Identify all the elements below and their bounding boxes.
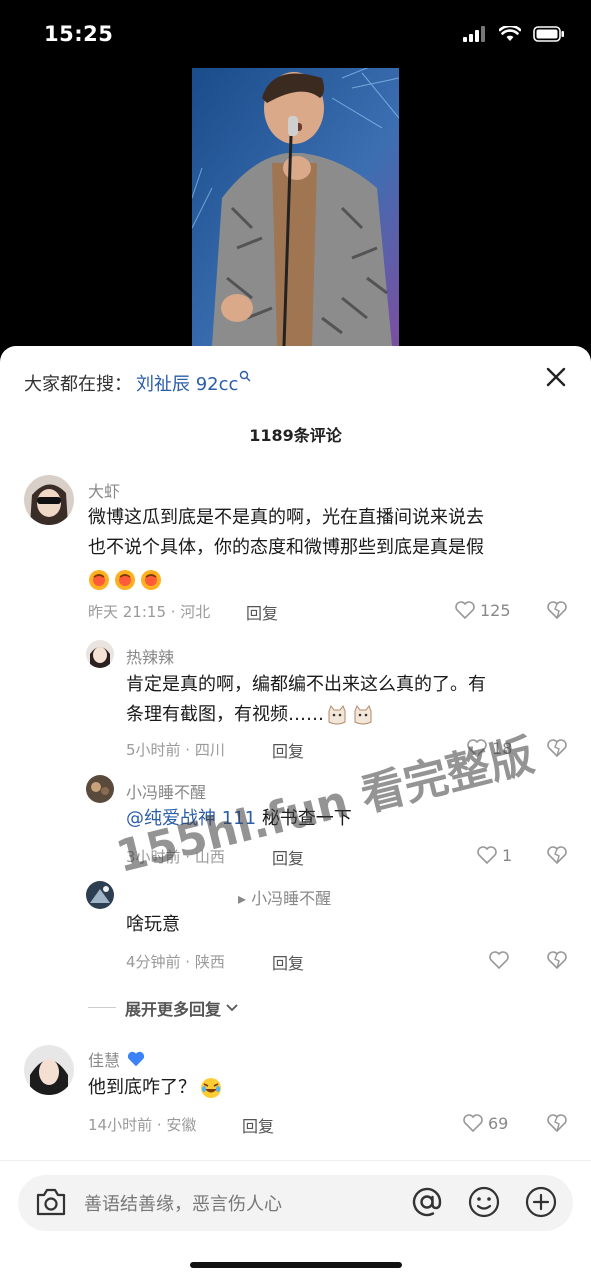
like-button[interactable]: 69: [462, 1113, 508, 1133]
reply-button[interactable]: 回复: [272, 950, 304, 974]
like-count: 69: [488, 1113, 509, 1133]
comment-meta: 3小时前 · 山西: [126, 848, 225, 866]
more-button[interactable]: [524, 1185, 558, 1223]
like-count: 125: [480, 600, 511, 620]
dislike-heart-icon: [547, 951, 567, 970]
comment-username[interactable]: 大虾: [88, 478, 120, 502]
at-icon: [412, 1187, 442, 1217]
heart-icon: [463, 1114, 483, 1133]
dislike-button[interactable]: [546, 845, 568, 869]
heart-icon: [477, 846, 497, 865]
heart-icon: [467, 739, 487, 758]
emoji-icon: [115, 570, 135, 590]
dislike-button[interactable]: [546, 950, 568, 974]
like-button[interactable]: 18: [466, 738, 512, 758]
comment-text-part: 他到底咋了？: [88, 1077, 196, 1098]
emoji-icon: [141, 570, 161, 590]
dislike-button[interactable]: [546, 600, 568, 624]
status-icons: [463, 26, 565, 42]
mention-button[interactable]: [410, 1185, 444, 1223]
avatar[interactable]: [86, 881, 114, 909]
emoji-icon: [468, 1186, 500, 1218]
comment-username[interactable]: 热辣辣: [126, 644, 174, 668]
comment-meta: 昨天 21:15 · 河北: [88, 603, 211, 621]
avatar[interactable]: [86, 775, 114, 803]
heart-icon: [455, 601, 475, 620]
like-button[interactable]: 1: [476, 845, 512, 865]
chevron-down-icon: [226, 1004, 238, 1012]
video-image: [192, 68, 399, 346]
emoji-button[interactable]: [467, 1185, 501, 1223]
comment-username[interactable]: 小冯睡不醒: [126, 779, 206, 803]
search-icon: [240, 370, 251, 382]
expand-replies-button[interactable]: 展开更多回复: [125, 996, 239, 1020]
status-time: 15:25: [44, 22, 114, 46]
comment-count: 1189条评论: [249, 426, 342, 445]
dislike-button[interactable]: [546, 738, 568, 762]
dislike-heart-icon: [547, 739, 567, 758]
comment-meta: 5小时前 · 四川: [126, 741, 225, 759]
avatar[interactable]: [24, 1045, 74, 1095]
comment-text-line: 也不说个具体，你的态度和微博那些到底是真是假: [88, 537, 484, 558]
comment-text-part: 秘书查一下: [261, 808, 352, 829]
comment-input[interactable]: 善语结善缘，恶言伤人心: [84, 1190, 282, 1216]
comment-text-line: 肯定是真的啊，编都编不出来这么真的了。有: [126, 674, 486, 695]
emoji-row: [88, 563, 484, 595]
expand-divider: [88, 1007, 116, 1008]
heart-icon: [489, 951, 509, 970]
close-icon: [546, 367, 566, 387]
dislike-heart-icon: [547, 1114, 567, 1133]
close-button[interactable]: [541, 362, 571, 392]
comment-text: 微博这瓜到底是不是真的啊，光在直播间说来说去 也不说个具体，你的态度和微博那些到…: [88, 503, 484, 595]
dislike-heart-icon: [547, 846, 567, 865]
camera-icon: [36, 1188, 66, 1216]
comment-text-line: 微博这瓜到底是不是真的啊，光在直播间说来说去: [88, 507, 484, 528]
like-count: 1: [502, 845, 513, 865]
emoji-icon: [89, 570, 109, 590]
reply-button[interactable]: 回复: [246, 600, 278, 624]
comment-text: 肯定是真的啊，编都编不出来这么真的了。有 条理有截图，有视频……: [126, 670, 486, 730]
wifi-icon: [499, 26, 521, 41]
plus-icon: [525, 1186, 557, 1218]
blue-heart-icon: [127, 1051, 145, 1067]
camera-button[interactable]: [34, 1186, 68, 1222]
like-button[interactable]: 125: [454, 600, 511, 620]
search-prefix: 大家都在搜：: [24, 374, 132, 395]
battery-icon: [533, 26, 564, 42]
video-thumbnail[interactable]: [192, 68, 399, 346]
laugh-cry-emoji-icon: [201, 1078, 221, 1098]
signal-icon: [463, 26, 485, 42]
comment-text-line: 条理有截图，有视频……: [126, 700, 486, 730]
divider: [0, 1160, 591, 1161]
like-count: 18: [492, 738, 513, 758]
like-button[interactable]: [488, 950, 510, 970]
username-label: 佳慧: [88, 1051, 121, 1070]
comment-text: 他到底咋了？: [88, 1073, 226, 1103]
dislike-button[interactable]: [546, 1113, 568, 1137]
dislike-heart-icon: [547, 601, 567, 620]
comment-username[interactable]: 佳慧: [88, 1047, 146, 1071]
search-term[interactable]: 刘祉辰 92cc: [136, 374, 238, 395]
comment-text-part: 条理有截图，有视频……: [126, 704, 324, 725]
cat-emoji-icon: [328, 704, 346, 725]
reply-button[interactable]: 回复: [272, 845, 304, 869]
avatar[interactable]: [86, 640, 114, 668]
reply-button[interactable]: 回复: [242, 1113, 274, 1137]
status-bar: 15:25: [0, 0, 591, 68]
cat-emoji-icon: [354, 704, 372, 725]
reply-target[interactable]: ▸ 小冯睡不醒: [238, 885, 331, 909]
comment-meta: 4分钟前 · 陕西: [126, 953, 225, 971]
reply-button[interactable]: 回复: [272, 738, 304, 762]
avatar[interactable]: [24, 475, 74, 525]
mention-link[interactable]: @纯爱战神 111: [126, 808, 256, 829]
comment-text: 啥玩意: [126, 914, 180, 935]
trending-search[interactable]: 大家都在搜： 刘祉辰 92cc: [24, 370, 251, 396]
home-indicator: [190, 1262, 402, 1268]
comment-meta: 14小时前 · 安徽: [88, 1116, 197, 1134]
comment-text: @纯爱战神 111 秘书查一下: [126, 804, 352, 834]
expand-replies-label: 展开更多回复: [125, 1000, 222, 1019]
